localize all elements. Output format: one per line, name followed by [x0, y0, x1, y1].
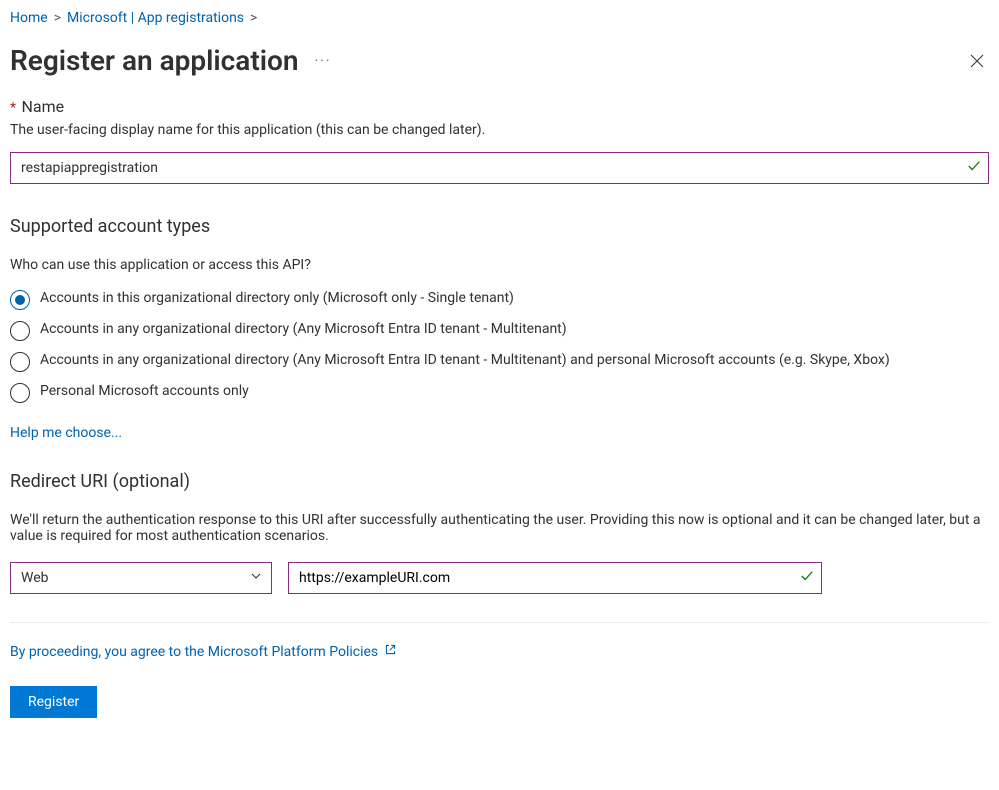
page-header: Register an application ··· [10, 44, 989, 77]
breadcrumb: Home > Microsoft | App registrations > [10, 10, 989, 26]
name-helper-text: The user-facing display name for this ap… [10, 122, 989, 138]
radio-personal-only[interactable]: Personal Microsoft accounts only [10, 382, 989, 403]
redirect-helper-text: We'll return the authentication response… [10, 512, 989, 544]
platform-select-value: Web [21, 570, 49, 586]
platform-policies-link[interactable]: By proceeding, you agree to the Microsof… [10, 644, 378, 660]
chevron-down-icon [250, 570, 262, 586]
radio-label: Accounts in this organizational director… [40, 289, 989, 309]
radio-multitenant[interactable]: Accounts in any organizational directory… [10, 320, 989, 341]
radio-icon [10, 290, 30, 310]
radio-icon [10, 383, 30, 403]
name-field-label: Name [22, 97, 65, 116]
radio-label: Accounts in any organizational directory… [40, 351, 989, 371]
policies-row: By proceeding, you agree to the Microsof… [10, 643, 989, 660]
divider [10, 622, 989, 623]
name-input-wrapper [10, 152, 989, 184]
redirect-row: Web [10, 562, 989, 594]
redirect-heading: Redirect URI (optional) [10, 471, 989, 492]
breadcrumb-separator: > [250, 10, 257, 26]
help-me-choose-link[interactable]: Help me choose... [10, 425, 122, 441]
required-star-icon: * [10, 100, 16, 116]
platform-select[interactable]: Web [10, 562, 272, 594]
breadcrumb-home[interactable]: Home [10, 10, 48, 26]
breadcrumb-app-registrations[interactable]: Microsoft | App registrations [67, 10, 244, 26]
page-title: Register an application [10, 44, 299, 77]
register-button[interactable]: Register [10, 686, 97, 718]
account-types-heading: Supported account types [10, 216, 989, 237]
close-button[interactable] [965, 49, 989, 73]
close-icon [969, 53, 985, 69]
breadcrumb-separator: > [54, 10, 61, 26]
radio-single-tenant[interactable]: Accounts in this organizational director… [10, 289, 989, 310]
radio-label: Personal Microsoft accounts only [40, 382, 989, 402]
more-actions-icon[interactable]: ··· [315, 53, 332, 69]
external-link-icon [384, 643, 397, 660]
check-icon [800, 569, 814, 587]
radio-icon [10, 352, 30, 372]
radio-multitenant-personal[interactable]: Accounts in any organizational directory… [10, 351, 989, 372]
name-input[interactable] [10, 152, 989, 184]
name-label-row: * Name [10, 97, 989, 116]
radio-label: Accounts in any organizational directory… [40, 320, 989, 340]
radio-icon [10, 321, 30, 341]
redirect-uri-input-wrapper [288, 562, 822, 594]
check-icon [967, 159, 981, 177]
account-types-question: Who can use this application or access t… [10, 257, 989, 273]
redirect-uri-input[interactable] [288, 562, 822, 594]
account-types-radio-group: Accounts in this organizational director… [10, 289, 989, 403]
